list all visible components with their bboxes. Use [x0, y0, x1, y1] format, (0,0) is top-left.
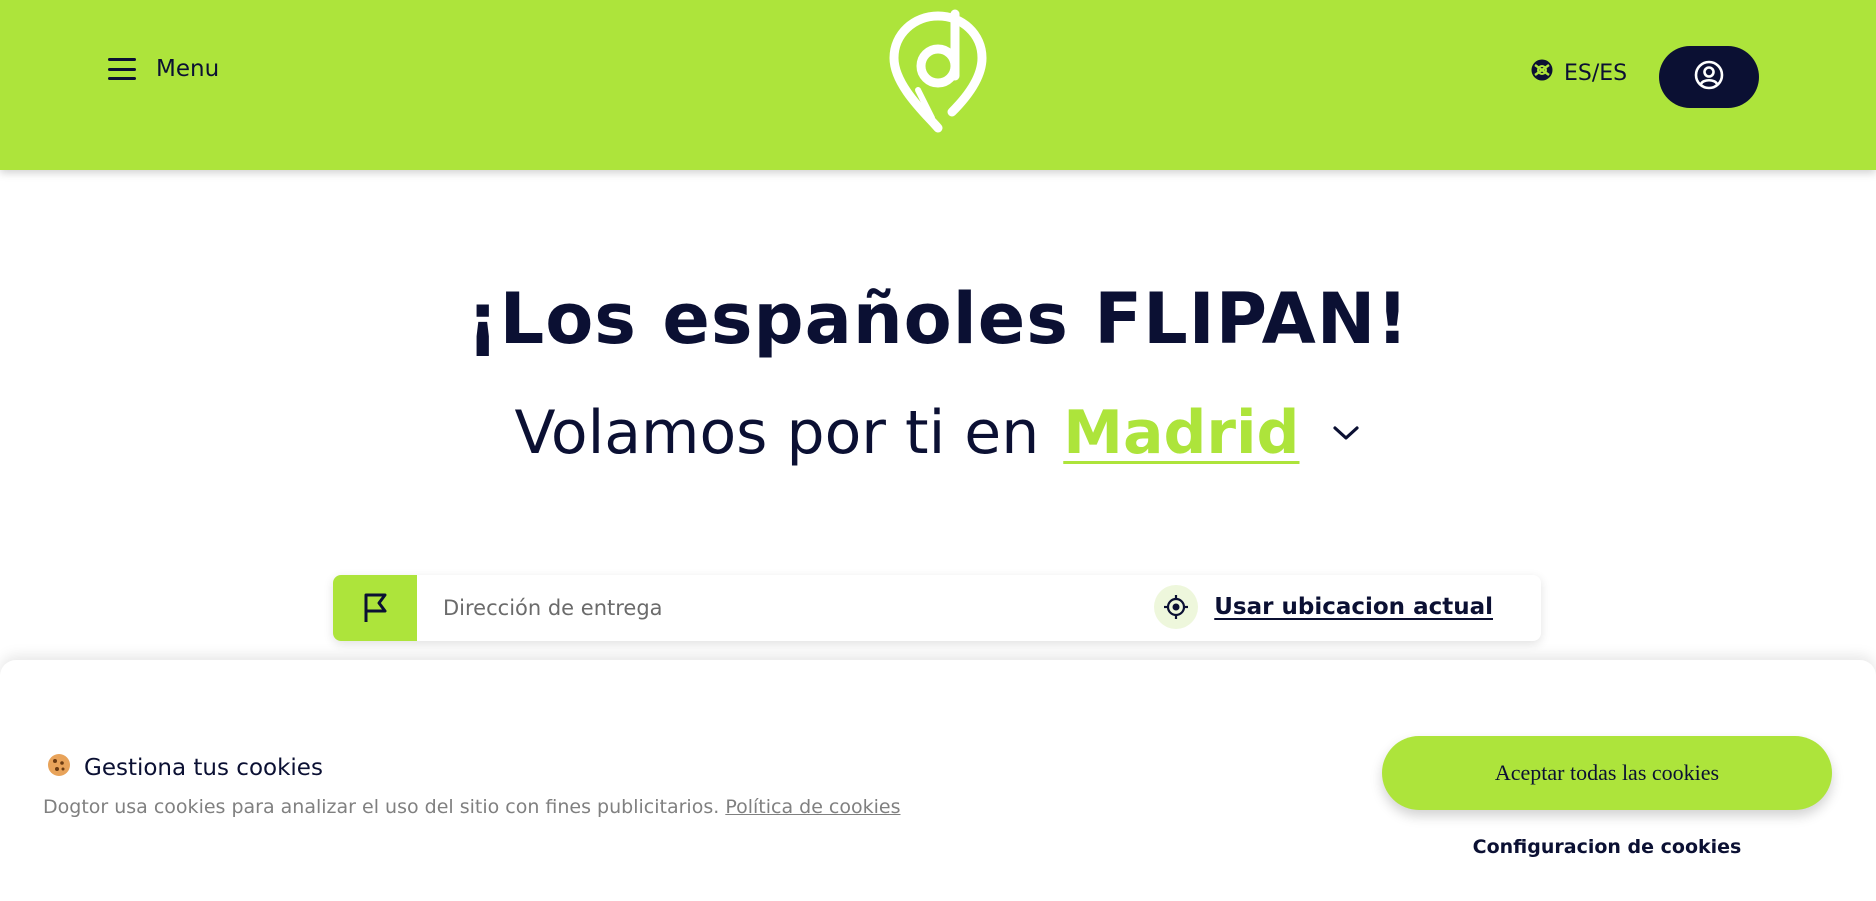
menu-label: Menu: [156, 56, 220, 82]
hero-subtitle: Volamos por ti en Madrid: [0, 398, 1876, 468]
cookie-settings-link[interactable]: Configuracion de cookies: [1382, 836, 1832, 858]
cookie-description-text: Dogtor usa cookies para analizar el uso …: [43, 796, 720, 818]
menu-button[interactable]: Menu: [108, 56, 219, 82]
brand-logo[interactable]: [888, 8, 988, 138]
cookie-banner-title: Gestiona tus cookies: [46, 752, 323, 784]
accept-all-cookies-button[interactable]: Aceptar todas las cookies: [1382, 736, 1832, 810]
cookie-description: Dogtor usa cookies para analizar el uso …: [43, 796, 901, 818]
chevron-down-icon[interactable]: [1330, 422, 1362, 444]
cookie-banner: Gestiona tus cookies Dogtor usa cookies …: [0, 660, 1876, 901]
use-location-label: Usar ubicacion actual: [1214, 594, 1493, 620]
subtitle-prefix: Volamos por ti en: [514, 398, 1040, 468]
flag-icon: [333, 575, 417, 641]
hero-title: ¡Los españoles FLIPAN!: [466, 278, 1410, 360]
site-header: Menu ES/ES: [0, 0, 1876, 170]
cookie-policy-link[interactable]: Política de cookies: [725, 796, 900, 818]
language-label: ES/ES: [1564, 60, 1628, 86]
hamburger-icon: [108, 58, 136, 80]
cookie-title-text: Gestiona tus cookies: [84, 755, 323, 781]
language-selector[interactable]: ES/ES: [1530, 58, 1627, 88]
crosshair-icon: [1154, 585, 1199, 629]
account-button[interactable]: [1659, 46, 1759, 108]
globe-icon: [1530, 58, 1554, 88]
delivery-address-input[interactable]: [441, 595, 1145, 621]
address-search-bar: Usar ubicacion actual: [333, 575, 1541, 641]
city-selector[interactable]: Madrid: [1063, 398, 1299, 468]
user-icon: [1693, 59, 1725, 95]
cookie-icon: [46, 752, 72, 784]
use-current-location-button[interactable]: Usar ubicacion actual: [1154, 585, 1493, 629]
